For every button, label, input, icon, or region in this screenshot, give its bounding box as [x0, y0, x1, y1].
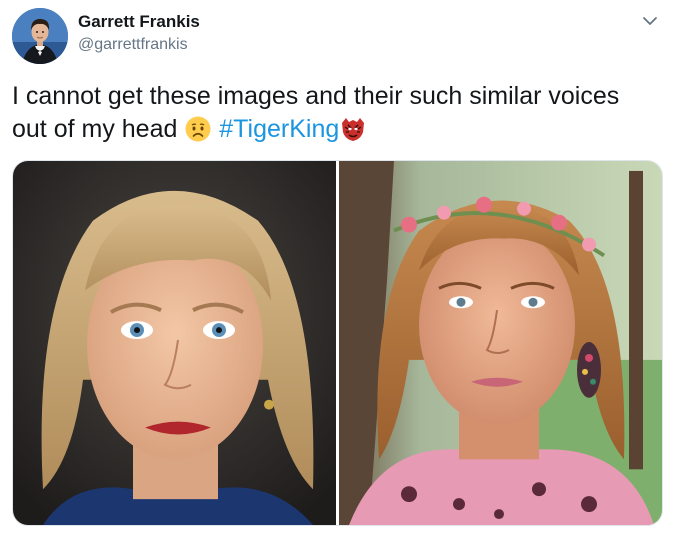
photo-left[interactable] — [13, 161, 336, 525]
display-name[interactable]: Garrett Frankis — [78, 12, 200, 32]
author-block[interactable]: Garrett Frankis @garrettfrankis — [78, 12, 200, 56]
portrait-photo-left-icon — [13, 161, 336, 525]
tweet-text-line-1: I cannot get these images and their such… — [12, 82, 620, 110]
tweet-text: I cannot get these images and their such… — [12, 80, 662, 146]
portrait-photo-right-icon — [339, 161, 662, 525]
avatar[interactable] — [12, 8, 68, 64]
tweet-media[interactable] — [12, 160, 663, 526]
photo-right[interactable] — [339, 161, 662, 525]
tweet-text-line-2: out of my head #TigerKing — [12, 113, 662, 146]
profile-photo-icon — [12, 8, 68, 64]
hashtag-link[interactable]: #TigerKing — [219, 115, 339, 143]
tweet-text-line-2-start: out of my head — [12, 115, 185, 143]
tiger-hashflag-icon — [339, 115, 367, 143]
chevron-down-icon[interactable] — [639, 10, 661, 32]
tweet-card: Garrett Frankis @garrettfrankis I cannot… — [0, 0, 675, 539]
user-handle[interactable]: @garrettfrankis — [78, 34, 200, 56]
worried-face-emoji-icon — [184, 115, 212, 143]
